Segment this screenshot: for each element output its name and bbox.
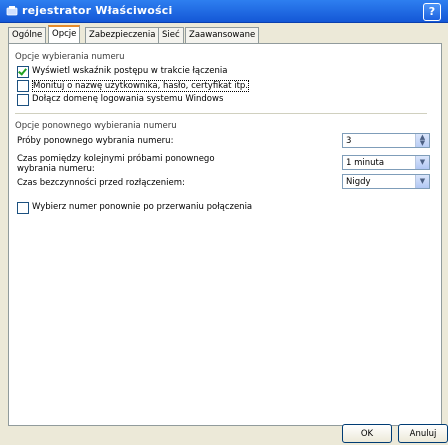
show-progress-checkbox[interactable]: [17, 66, 29, 78]
redial-interval-label: Czas pomiędzy kolejnymi próbami ponowneg…: [17, 154, 215, 174]
show-progress-label: Wyświetl wskaźnik postępu w trakcie łącz…: [32, 66, 228, 76]
tab-network[interactable]: Sieć: [158, 27, 184, 43]
redial-group-title: Opcje ponownego wybierania numeru: [15, 121, 177, 131]
dialing-group-title: Opcje wybierania numeru: [15, 52, 125, 62]
help-button[interactable]: ?: [423, 3, 441, 21]
redial-attempts-value: 3: [346, 136, 352, 146]
include-domain-checkbox[interactable]: [17, 94, 29, 106]
title-bar[interactable]: rejestrator Właściwości ?: [0, 0, 448, 23]
prompt-credentials-label: Monituj o nazwę użytkownika, hasło, cert…: [32, 80, 249, 92]
options-tab-panel: Opcje wybierania numeru Wyświetl wskaźni…: [8, 43, 442, 426]
redial-attempts-label: Próby ponownego wybrania numeru:: [17, 136, 174, 146]
tab-options[interactable]: Opcje: [48, 25, 81, 45]
tab-security[interactable]: Zabezpieczenia: [85, 27, 160, 43]
separator: [15, 113, 427, 114]
redial-on-drop-checkbox[interactable]: [17, 202, 29, 214]
include-domain-label: Dołącz domenę logowania systemu Windows: [32, 94, 224, 104]
ok-button[interactable]: OK: [342, 424, 392, 443]
tab-general[interactable]: Ogólne: [8, 27, 47, 43]
cancel-button[interactable]: Anuluj: [398, 424, 448, 443]
tab-advanced[interactable]: Zaawansowane: [185, 27, 260, 43]
spinner-updown-icon[interactable]: ▲ ▼: [415, 134, 429, 147]
chevron-down-icon[interactable]: ▼: [415, 175, 429, 188]
idle-time-label: Czas bezczynności przed rozłączeniem:: [17, 178, 185, 188]
redial-interval-value: 1 minuta: [346, 158, 385, 168]
redial-on-drop-label: Wybierz numer ponownie po przerwaniu poł…: [32, 202, 253, 212]
chevron-down-icon[interactable]: ▼: [415, 156, 429, 169]
idle-time-dropdown[interactable]: Nigdy ▼: [342, 174, 430, 189]
window-title: rejestrator Właściwości: [22, 4, 173, 17]
idle-time-value: Nigdy: [346, 177, 371, 187]
prompt-credentials-checkbox[interactable]: [17, 80, 29, 92]
redial-interval-dropdown[interactable]: 1 minuta ▼: [342, 155, 430, 170]
dialup-icon: [6, 6, 18, 16]
redial-attempts-spinner[interactable]: 3 ▲ ▼: [342, 133, 430, 148]
